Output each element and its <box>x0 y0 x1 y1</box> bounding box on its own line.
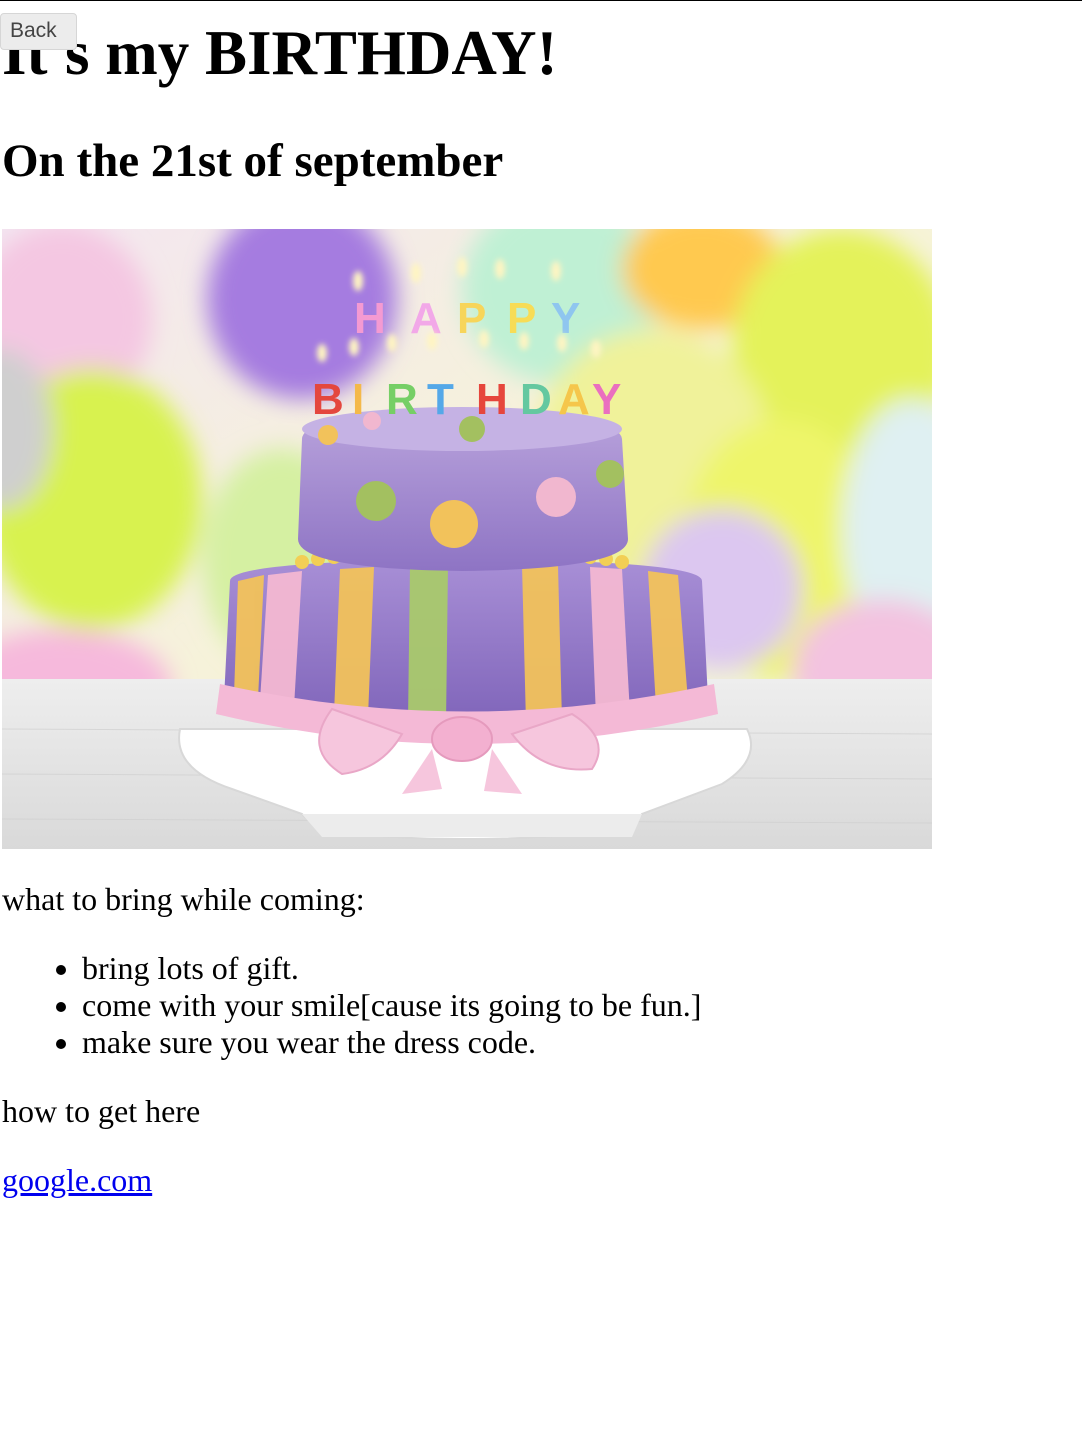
svg-text:H: H <box>354 294 386 343</box>
svg-text:B: B <box>312 375 344 424</box>
top-border <box>0 0 1082 1</box>
svg-text:D: D <box>520 375 552 424</box>
svg-text:Y: Y <box>551 294 580 343</box>
birthday-cake-image: H A P P Y B I R T H D A Y <box>2 229 932 849</box>
page-subtitle: On the 21st of september <box>2 135 504 187</box>
directions-label: how to get here <box>2 1093 201 1129</box>
svg-text:A: A <box>410 294 442 343</box>
google-link[interactable]: google.com <box>2 1162 152 1199</box>
bring-intro-text: what to bring while coming: <box>2 881 365 917</box>
svg-text:T: T <box>427 375 454 424</box>
svg-text:A: A <box>558 375 590 424</box>
page-title: It's my BIRTHDAY! <box>2 18 558 88</box>
bring-list: bring lots of gift. come with your smile… <box>0 950 701 1061</box>
list-item: make sure you wear the dress code. <box>82 1024 701 1061</box>
back-button[interactable]: Back <box>0 13 77 50</box>
list-item: come with your smile[cause its going to … <box>82 987 701 1024</box>
svg-text:H: H <box>476 375 508 424</box>
svg-text:Y: Y <box>592 375 621 424</box>
svg-text:I: I <box>352 375 364 424</box>
list-item: bring lots of gift. <box>82 950 701 987</box>
svg-text:R: R <box>386 375 418 424</box>
